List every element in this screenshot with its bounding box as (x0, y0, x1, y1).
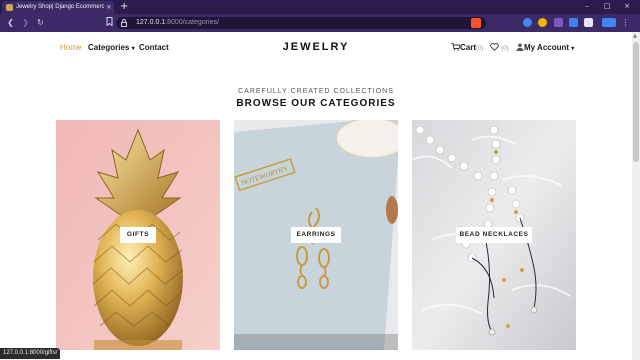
tab-title: Jewelry Shop| Django Ecommerce (16, 4, 104, 10)
browser-tab[interactable]: Jewelry Shop| Django Ecommerce × (2, 1, 114, 14)
extension-icon-2[interactable] (554, 18, 563, 27)
category-card-earrings[interactable]: NOTEWORTHY EARRINGS (234, 120, 398, 350)
tab-close-icon[interactable]: × (106, 2, 112, 12)
page-scrollbar[interactable]: ▲ (632, 32, 640, 360)
brave-shield-icon[interactable] (471, 18, 481, 28)
favicon-icon (6, 4, 13, 11)
heart-icon (490, 43, 499, 51)
cart-link[interactable]: Cart(0) (451, 42, 483, 55)
puzzle-icon[interactable] (584, 18, 593, 27)
category-label-earrings[interactable]: EARRINGS (291, 227, 341, 243)
forward-icon[interactable]: ❯ (20, 17, 31, 29)
translate-icon[interactable] (569, 18, 578, 27)
reload-icon[interactable]: ↻ (35, 17, 46, 29)
section-title: BROWSE OUR CATEGORIES (236, 98, 396, 109)
status-bar-url: 127.0.0.1:8000/gifts/ (0, 348, 61, 359)
url-path: :8000/categories/ (165, 19, 219, 26)
browser-toolbar: ❮ ❯ ↻ 127.0.0.1:8000/categories/ ⋮ (0, 14, 640, 32)
caret-down-icon: ▾ (571, 46, 575, 52)
cart-icon (451, 43, 461, 51)
new-tab-button[interactable]: + (120, 0, 128, 13)
url-text: 127.0.0.1:8000/categories/ (136, 18, 219, 28)
close-window-button[interactable]: × (621, 1, 633, 12)
account-dropdown[interactable]: My Account ▾ (516, 42, 574, 55)
cart-count: (0) (476, 46, 484, 52)
lock-icon (121, 19, 127, 27)
scroll-up-icon[interactable]: ▲ (633, 33, 637, 39)
bookmark-icon[interactable] (104, 17, 115, 29)
minimize-button[interactable]: – (581, 1, 593, 12)
extension-icon[interactable] (538, 18, 547, 27)
maximize-button[interactable]: □ (601, 1, 613, 12)
menu-icon[interactable]: ⋮ (620, 17, 631, 29)
browser-tab-bar: Jewelry Shop| Django Ecommerce × + – □ × (0, 0, 640, 14)
category-label-gifts[interactable]: GIFTS (120, 227, 156, 243)
category-card-gifts[interactable]: GIFTS (56, 120, 220, 350)
profile-icon[interactable] (602, 18, 616, 27)
back-icon[interactable]: ❮ (5, 17, 16, 29)
scroll-thumb[interactable] (633, 42, 639, 162)
wishlist-link[interactable]: (0) (490, 42, 509, 55)
category-label-bead-necklaces[interactable]: BEAD NECKLACES (456, 227, 532, 243)
url-host: 127.0.0.1 (136, 19, 166, 26)
wishlist-count: (0) (501, 46, 509, 52)
section-subtitle: CAREFULLY CREATED COLLECTIONS (238, 88, 394, 95)
category-card-bead-necklaces[interactable]: BEAD NECKLACES (412, 120, 576, 350)
address-bar[interactable]: 127.0.0.1:8000/categories/ (116, 17, 486, 29)
user-icon (516, 43, 524, 51)
cart-label: Cart (460, 43, 477, 52)
account-label: My Account (524, 43, 570, 52)
chrome-extension-icon[interactable] (523, 18, 532, 27)
